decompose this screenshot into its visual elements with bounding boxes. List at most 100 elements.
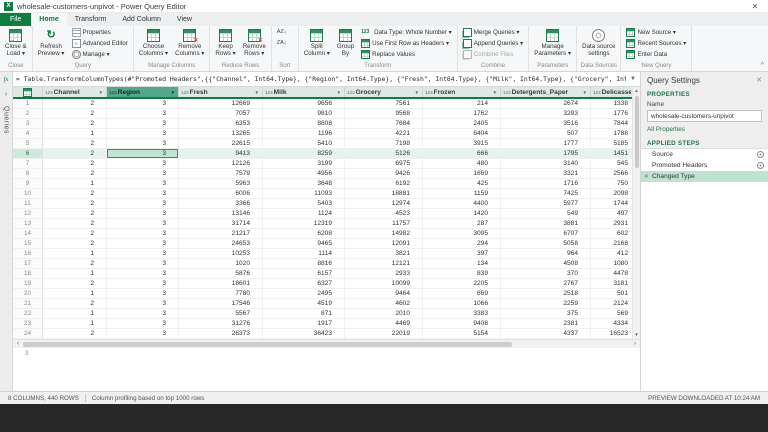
table-cell[interactable]: 1159 [423,189,501,198]
ribbon-button-use-first-row-as-headers[interactable]: Use First Row as Headers ▾ [358,38,455,49]
table-cell[interactable]: 370 [501,269,591,278]
fx-button[interactable]: fx [4,72,9,87]
row-number[interactable]: 15 [13,239,43,248]
query-name-input[interactable] [647,110,762,122]
table-cell[interactable]: 5963 [179,179,263,188]
table-cell[interactable]: 2 [43,239,107,248]
table-cell[interactable]: 134 [423,259,501,268]
table-cell[interactable]: 9810 [263,109,345,118]
column-header-detergents-paper[interactable]: 123Detergents_Paper▼ [501,87,591,97]
table-cell[interactable]: 7561 [345,99,423,108]
row-number[interactable]: 7 [13,159,43,168]
table-cell[interactable]: 18881 [345,189,423,198]
vertical-scrollbar[interactable]: ▲ ▼ [632,87,640,339]
table-cell[interactable]: 2259 [501,299,591,308]
table-cell[interactable]: 2 [43,159,107,168]
table-cell[interactable]: 4523 [345,209,423,218]
table-cell[interactable]: 9465 [263,239,345,248]
menu-tab-view[interactable]: View [169,13,200,26]
delete-step-icon[interactable]: ✕ [644,174,652,180]
column-header-fresh[interactable]: 123Fresh▼ [179,87,263,97]
table-cell[interactable]: 2 [43,329,107,338]
table-cell[interactable]: 1669 [423,169,501,178]
table-cell[interactable]: 22019 [345,329,423,338]
table-cell[interactable]: 12319 [263,219,345,228]
table-cell[interactable]: 3 [107,169,179,178]
table-cell[interactable]: 2 [43,279,107,288]
expand-queries-icon[interactable]: › [5,89,7,101]
ribbon-button-close-load[interactable]: Close &Load ▾ [2,27,30,62]
ribbon-button-data-source-settings[interactable]: Data sourcesettings [579,27,618,62]
table-cell[interactable]: 3 [107,99,179,108]
row-number[interactable]: 14 [13,229,43,238]
row-number[interactable]: 9 [13,179,43,188]
row-number[interactable]: 19 [13,279,43,288]
table-cell[interactable]: 1917 [263,319,345,328]
table-cell[interactable]: 2 [43,139,107,148]
table-cell[interactable]: 2767 [501,279,591,288]
table-cell[interactable]: 4519 [263,299,345,308]
table-cell[interactable]: 1 [43,269,107,278]
gear-icon[interactable] [757,151,764,158]
filter-dropdown-icon[interactable]: ▼ [582,90,587,95]
row-number[interactable]: 12 [13,209,43,218]
window-close-icon[interactable]: ✕ [742,0,768,13]
table-cell[interactable]: 964 [501,249,591,258]
table-cell[interactable]: 3648 [263,179,345,188]
row-number[interactable]: 13 [13,219,43,228]
menu-tab-file[interactable]: File [0,13,31,26]
row-number[interactable]: 6 [13,149,43,158]
table-cell[interactable]: 2 [43,149,107,158]
table-cell[interactable]: 3 [107,219,179,228]
ribbon-button-choose-columns[interactable]: ChooseColumns ▾ [136,27,171,62]
row-number[interactable]: 4 [13,129,43,138]
grid-corner-cell[interactable] [13,87,43,97]
formula-expand-icon[interactable]: ▼ [626,76,640,82]
row-number[interactable]: 23 [13,319,43,328]
table-cell[interactable]: 4400 [423,199,501,208]
close-settings-icon[interactable]: ✕ [756,76,762,84]
column-profiling-setting[interactable]: Column profiling based on top 1000 rows [92,395,204,402]
row-number[interactable]: 8 [13,169,43,178]
table-cell[interactable]: 3516 [501,119,591,128]
scroll-right-icon[interactable]: › [630,340,640,348]
horizontal-scroll-thumb[interactable] [23,342,512,347]
table-cell[interactable]: 9413 [179,149,263,158]
row-number[interactable]: 11 [13,199,43,208]
table-cell[interactable]: 3 [107,209,179,218]
column-header-frozen[interactable]: 123Frozen▼ [423,87,501,97]
table-cell[interactable]: 549 [501,209,591,218]
table-cell[interactable]: 6192 [345,179,423,188]
table-cell[interactable]: 7198 [345,139,423,148]
filter-dropdown-icon[interactable]: ▼ [170,90,175,95]
table-cell[interactable]: 1114 [263,249,345,258]
table-cell[interactable]: 2 [43,189,107,198]
table-cell[interactable]: 12126 [179,159,263,168]
table-cell[interactable]: 4956 [263,169,345,178]
table-cell[interactable]: 1762 [423,109,501,118]
row-number[interactable]: 1 [13,99,43,108]
table-cell[interactable]: 7684 [345,119,423,128]
row-number[interactable]: 21 [13,299,43,308]
table-cell[interactable]: 2010 [345,309,423,318]
table-cell[interactable]: 3095 [423,229,501,238]
ribbon-button-sort-za[interactable] [274,38,296,49]
table-cell[interactable]: 3366 [179,199,263,208]
table-cell[interactable]: 507 [501,129,591,138]
table-cell[interactable]: 3881 [501,219,591,228]
table-cell[interactable]: 8816 [263,259,345,268]
table-cell[interactable]: 6327 [263,279,345,288]
table-cell[interactable]: 6404 [423,129,501,138]
table-cell[interactable]: 287 [423,219,501,228]
filter-dropdown-icon[interactable]: ▼ [414,90,419,95]
table-cell[interactable]: 3 [107,239,179,248]
ribbon-button-split-column[interactable]: SplitColumn ▾ [301,27,333,62]
table-cell[interactable]: 4508 [501,259,591,268]
table-cell[interactable]: 18601 [179,279,263,288]
table-cell[interactable]: 2674 [501,99,591,108]
menu-tab-home[interactable]: Home [31,13,66,26]
table-cell[interactable]: 3 [107,149,179,158]
table-cell[interactable]: 5876 [179,269,263,278]
table-cell[interactable]: 4337 [501,329,591,338]
table-cell[interactable]: 3 [107,279,179,288]
